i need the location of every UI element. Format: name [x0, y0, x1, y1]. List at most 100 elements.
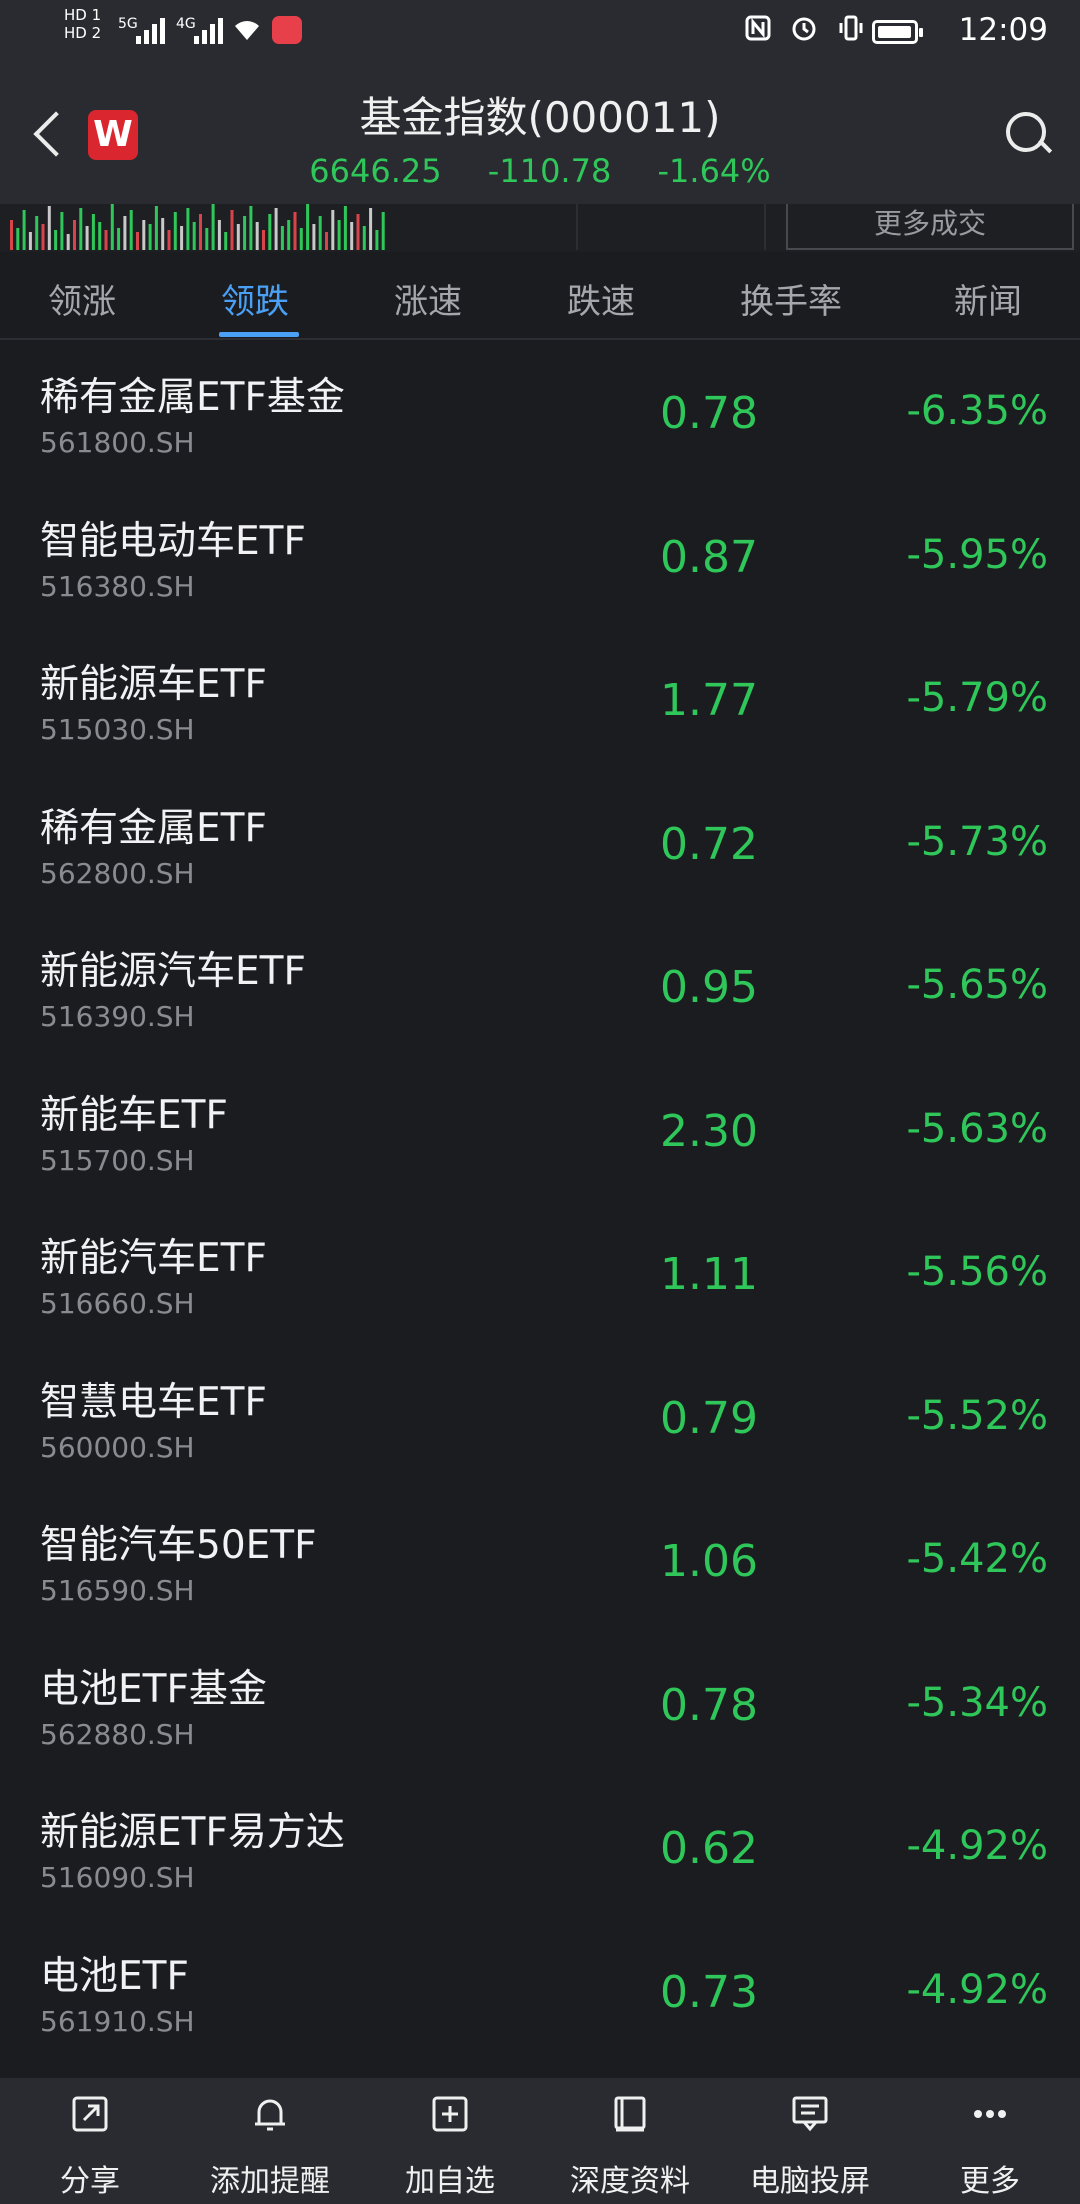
fund-price: 0.87 — [660, 531, 758, 583]
add-alert-button[interactable]: 添加提醒 — [180, 2078, 360, 2204]
volume-bar — [41, 224, 45, 250]
volume-bar — [98, 222, 102, 250]
volume-bar — [28, 232, 32, 250]
sim-labels: HD 1 HD 2 — [64, 6, 101, 42]
divider — [576, 204, 578, 250]
volume-bar — [66, 234, 70, 250]
list-item[interactable]: 智能汽车50ETF 516590.SH 1.06 -5.42% — [0, 1488, 1080, 1632]
vibrate-icon — [839, 15, 863, 41]
network-2-label: 4G — [176, 16, 196, 32]
list-item[interactable]: 稀有金属ETF 562800.SH 0.72 -5.73% — [0, 771, 1080, 915]
volume-bar — [255, 222, 259, 250]
volume-bar — [356, 214, 360, 250]
sim2-label: HD 2 — [64, 24, 102, 42]
volume-bar — [16, 228, 20, 250]
fund-code: 562880.SH — [40, 1717, 195, 1751]
volume-bar — [211, 204, 215, 250]
fund-price: 1.06 — [660, 1536, 758, 1587]
tab-leading-decliners[interactable]: 领跌 — [221, 274, 289, 323]
volume-bar — [123, 216, 127, 250]
fund-price: 1.11 — [660, 1249, 758, 1300]
deep-data-button[interactable]: 深度资料 — [540, 2078, 720, 2204]
volume-bar — [199, 214, 202, 250]
more-dots-icon — [974, 2110, 1006, 2118]
volume-bar — [299, 228, 303, 250]
fund-change-pct: -5.56% — [906, 1249, 1048, 1295]
more-trades-button[interactable]: 更多成交 — [786, 204, 1074, 250]
volume-bar — [350, 222, 354, 250]
screen-cast-button[interactable]: 电脑投屏 — [720, 2078, 900, 2204]
volume-bar — [10, 220, 13, 250]
volume-bar — [161, 218, 165, 250]
volume-bar — [85, 226, 89, 250]
tab-news[interactable]: 新闻 — [954, 274, 1022, 323]
fund-change-pct: -5.34% — [906, 1679, 1048, 1726]
list-item[interactable]: 新能车ETF 515700.SH 2.30 -5.63% — [0, 1058, 1080, 1202]
index-quote: 6646.25 -110.78 -1.64% — [0, 152, 1080, 190]
volume-bar — [104, 230, 108, 250]
fund-list: 稀有金属ETF基金 561800.SH 0.78 -6.35% 智能电动车ETF 5163… — [0, 340, 1080, 2062]
volume-bar — [54, 230, 58, 250]
tab-fall-speed[interactable]: 跌速 — [567, 274, 635, 323]
page-title: 基金指数(000011) — [359, 93, 721, 142]
volume-bar — [73, 220, 76, 250]
list-item[interactable]: 智慧电车ETF 560000.SH 0.79 -5.52% — [0, 1345, 1080, 1489]
search-icon[interactable] — [1004, 110, 1050, 156]
volume-bar — [47, 206, 51, 250]
fund-change-pct: -5.42% — [906, 1536, 1048, 1582]
fund-name: 新能车ETF — [40, 1092, 228, 1138]
fund-change-pct: -5.73% — [906, 818, 1048, 865]
volume-bar — [167, 230, 171, 250]
share-button[interactable]: 分享 — [0, 2078, 180, 2204]
list-item[interactable]: 新能源车ETF 515030.SH 1.77 -5.79% — [0, 627, 1080, 771]
active-tab-indicator — [219, 332, 299, 337]
battery-icon — [872, 20, 923, 44]
list-item[interactable]: 电池ETF 561910.SH 0.73 -4.92% — [0, 1919, 1080, 2063]
list-item[interactable]: 稀有金属ETF基金 561800.SH 0.78 -6.35% — [0, 340, 1080, 484]
signal-2-icon — [194, 14, 234, 44]
status-bar: HD 1 HD 2 5G 4G 12:09 — [0, 0, 1080, 66]
volume-bar — [318, 216, 322, 250]
volume-bar — [110, 204, 114, 250]
list-item[interactable]: 新能源汽车ETF 516390.SH 0.95 -5.65% — [0, 914, 1080, 1058]
volume-bar — [306, 204, 310, 250]
add-watchlist-icon — [432, 2096, 468, 2132]
more-button[interactable]: 更多 — [900, 2078, 1080, 2204]
fund-code: 560000.SH — [40, 1430, 195, 1464]
volume-bar — [274, 208, 278, 250]
fund-price: 0.79 — [660, 1392, 758, 1444]
list-item[interactable]: 新能汽车ETF 516660.SH 1.11 -5.56% — [0, 1201, 1080, 1345]
fund-price: 0.62 — [660, 1823, 758, 1874]
fund-name: 新能源汽车ETF — [40, 949, 306, 994]
volume-bar — [293, 212, 297, 250]
mini-volume-chart — [10, 204, 385, 250]
volume-bar — [35, 216, 39, 250]
volume-bar — [381, 212, 385, 250]
fund-change-pct: -5.63% — [906, 1105, 1048, 1152]
fund-code: 515700.SH — [40, 1143, 195, 1177]
volume-bar — [249, 206, 253, 250]
volume-bar — [217, 220, 221, 250]
bottom-toolbar: 分享 添加提醒 加自选 深度资料 电脑投屏 更多 — [0, 2078, 1080, 2204]
fund-name: 新能汽车ETF — [40, 1236, 267, 1281]
fund-change-pct: -5.95% — [906, 531, 1048, 578]
more-label: 更多 — [960, 2164, 1020, 2199]
share-label: 分享 — [60, 2164, 120, 2199]
system-status-icons — [744, 14, 866, 49]
fund-code: 516390.SH — [40, 1000, 195, 1033]
tab-turnover-rate[interactable]: 换手率 — [740, 274, 842, 323]
volume-bar — [129, 210, 133, 250]
add-watchlist-button[interactable]: 加自选 — [360, 2078, 540, 2204]
list-item[interactable]: 新能源ETF易方达 516090.SH 0.62 -4.92% — [0, 1775, 1080, 1919]
volume-bar — [262, 230, 265, 250]
volume-bar — [230, 210, 234, 250]
volume-bar — [331, 210, 335, 250]
volume-bar — [287, 220, 291, 250]
list-item[interactable]: 智能电动车ETF 516380.SH 0.87 -5.95% — [0, 484, 1080, 628]
volume-bar — [192, 222, 196, 250]
list-item[interactable]: 电池ETF基金 562880.SH 0.78 -5.34% — [0, 1632, 1080, 1776]
tab-rise-speed[interactable]: 涨速 — [394, 274, 462, 323]
tab-leading-gainers[interactable]: 领涨 — [48, 274, 116, 323]
fund-code: 516660.SH — [40, 1287, 195, 1320]
volume-bar — [343, 206, 347, 250]
